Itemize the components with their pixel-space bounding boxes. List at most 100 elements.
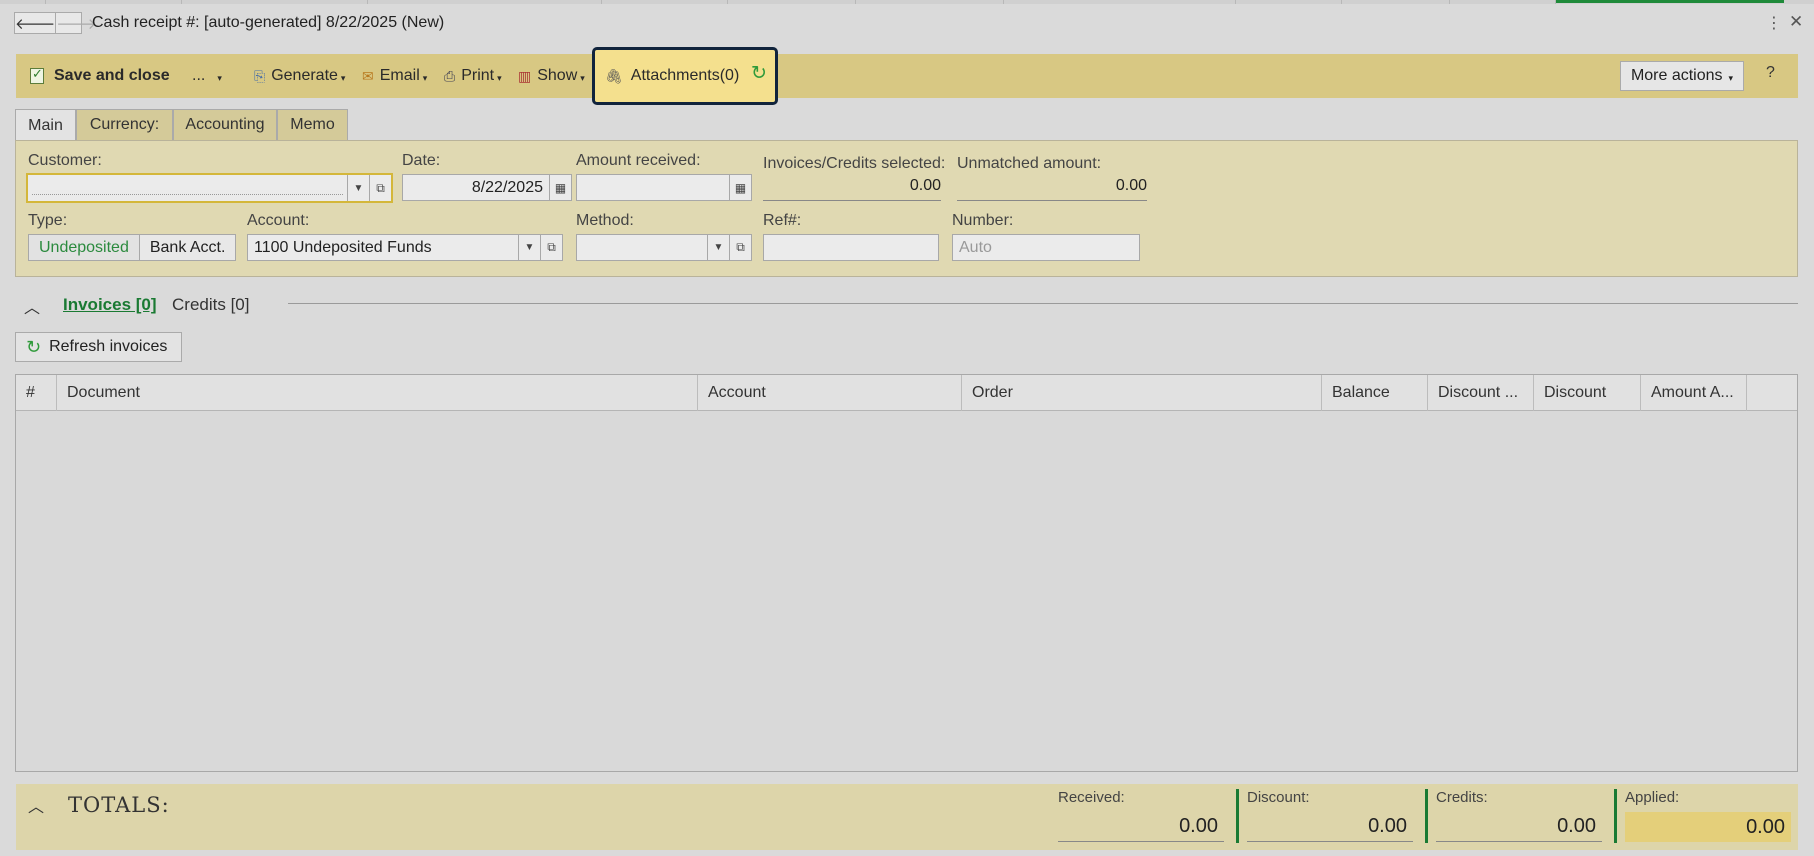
totals-separator bbox=[1236, 789, 1239, 843]
chevron-down-icon: ▾ bbox=[580, 72, 585, 83]
column-header-account[interactable]: Account bbox=[698, 375, 962, 411]
kebab-menu-icon[interactable]: ⋮ bbox=[1766, 13, 1782, 33]
print-button[interactable]: ⎙ Print ▾ bbox=[444, 54, 502, 98]
forward-arrow-icon[interactable]: 🡒 bbox=[56, 13, 96, 33]
save-icon bbox=[30, 66, 44, 84]
unmatched-amount-label: Unmatched amount: bbox=[957, 155, 1102, 172]
column-header-number[interactable]: # bbox=[16, 375, 57, 411]
active-strip-indicator bbox=[1556, 0, 1784, 3]
credits-tab[interactable]: Credits [0] bbox=[172, 295, 249, 315]
open-popup-icon[interactable]: ⧉ bbox=[540, 235, 562, 260]
column-header-balance[interactable]: Balance bbox=[1322, 375, 1428, 411]
discount-label: Discount: bbox=[1247, 789, 1310, 806]
tab-memo[interactable]: Memo bbox=[277, 109, 348, 140]
top-tab-strip bbox=[0, 0, 1814, 4]
amount-received-field[interactable]: ▦ bbox=[576, 174, 752, 201]
column-header-discount[interactable]: Discount bbox=[1534, 375, 1641, 411]
totals-separator bbox=[1614, 789, 1617, 843]
refresh-icon[interactable]: ↻ bbox=[751, 62, 767, 85]
nav-arrows: 🡐 🡒 bbox=[14, 12, 96, 34]
invoices-grid: # Document Account Order Balance Discoun… bbox=[15, 374, 1798, 772]
type-undeposited-button[interactable]: Undeposited bbox=[28, 234, 140, 261]
grid-header: # Document Account Order Balance Discoun… bbox=[16, 375, 1797, 411]
chevron-down-icon: ▾ bbox=[497, 72, 502, 83]
applied-value: 0.00 bbox=[1625, 812, 1791, 842]
tab-currency[interactable]: Currency: bbox=[76, 109, 173, 140]
credits-label: Credits: bbox=[1436, 789, 1488, 806]
close-icon[interactable]: ✕ bbox=[1789, 12, 1803, 32]
column-header-order[interactable]: Order bbox=[962, 375, 1322, 411]
collapse-chevron-up-icon[interactable]: ︿ bbox=[24, 294, 40, 318]
printer-icon: ⎙ bbox=[444, 67, 456, 84]
strip-segment bbox=[1236, 0, 1342, 4]
strip-segment bbox=[368, 0, 602, 4]
chevron-down-icon[interactable]: ▼ bbox=[707, 235, 729, 260]
strip-segment bbox=[1004, 0, 1236, 4]
account-input[interactable]: 1100 Undeposited Funds bbox=[248, 239, 518, 257]
ref-label: Ref#: bbox=[763, 212, 802, 229]
generate-icon: ⎘ bbox=[254, 67, 266, 84]
show-label: Show bbox=[537, 67, 578, 84]
email-label: Email bbox=[379, 67, 420, 84]
strip-segment bbox=[1342, 0, 1450, 4]
customer-label: Customer: bbox=[28, 152, 102, 169]
totals-separator bbox=[1425, 789, 1428, 843]
column-header-discount-available[interactable]: Discount ... bbox=[1428, 375, 1534, 411]
print-label: Print bbox=[461, 67, 495, 84]
attachments-button[interactable]: 🖇 Attachments(0) ↻ bbox=[592, 47, 778, 105]
customer-input[interactable] bbox=[32, 181, 343, 195]
totals-collapse-chevron-up-icon[interactable]: ︿ bbox=[28, 793, 44, 817]
open-popup-icon[interactable]: ⧉ bbox=[729, 235, 751, 260]
chevron-down-icon[interactable]: ▼ bbox=[518, 235, 540, 260]
column-header-amount-applied[interactable]: Amount A... bbox=[1641, 375, 1747, 411]
type-bank-acct-button[interactable]: Bank Acct. bbox=[139, 234, 237, 261]
number-field[interactable]: Auto bbox=[952, 234, 1140, 261]
main-form-panel: Customer: ▼ ⧉ Date: 8/22/2025 ▦ Amount r… bbox=[15, 140, 1798, 277]
more-actions-button[interactable]: More actions ▾ bbox=[1620, 61, 1744, 91]
help-button[interactable]: ? bbox=[1766, 64, 1775, 82]
customer-field[interactable]: ▼ ⧉ bbox=[26, 173, 393, 203]
strip-segment bbox=[1450, 0, 1556, 4]
strip-segment bbox=[0, 0, 46, 4]
open-popup-icon[interactable]: ⧉ bbox=[369, 175, 391, 201]
generate-label: Generate bbox=[271, 67, 338, 84]
amount-received-label: Amount received: bbox=[576, 152, 701, 169]
more-menu-button[interactable]: ... ▾ bbox=[192, 54, 222, 98]
refresh-invoices-button[interactable]: ↻ Refresh invoices bbox=[15, 332, 182, 362]
applied-label: Applied: bbox=[1625, 789, 1680, 806]
ref-field[interactable] bbox=[763, 234, 939, 261]
strip-segment bbox=[728, 0, 856, 4]
discount-value: 0.00 bbox=[1247, 812, 1413, 842]
chevron-down-icon: ▾ bbox=[1728, 72, 1734, 83]
chevron-down-icon: ▾ bbox=[217, 72, 222, 83]
number-input[interactable]: Auto bbox=[953, 239, 1139, 257]
report-icon: ▥ bbox=[518, 67, 532, 84]
paperclip-icon: 🖇 bbox=[605, 67, 623, 84]
ellipsis-label: ... bbox=[192, 67, 206, 84]
invoices-tab[interactable]: Invoices [0] bbox=[63, 295, 157, 315]
account-label: Account: bbox=[247, 212, 310, 229]
type-toggle: Undeposited Bank Acct. bbox=[28, 234, 237, 261]
calendar-icon[interactable]: ▦ bbox=[549, 175, 571, 200]
back-arrow-icon[interactable]: 🡐 bbox=[15, 13, 57, 33]
email-button[interactable]: ✉ Email ▾ bbox=[362, 54, 427, 98]
chevron-down-icon[interactable]: ▼ bbox=[347, 175, 369, 201]
strip-segment bbox=[856, 0, 1004, 4]
save-and-close-button[interactable]: Save and close bbox=[30, 54, 170, 98]
refresh-invoices-label: Refresh invoices bbox=[49, 338, 168, 355]
column-header-document[interactable]: Document bbox=[57, 375, 698, 411]
date-input[interactable]: 8/22/2025 bbox=[403, 179, 549, 197]
tab-accounting[interactable]: Accounting bbox=[173, 109, 277, 140]
method-field[interactable]: ▼ ⧉ bbox=[576, 234, 752, 261]
tab-main[interactable]: Main bbox=[15, 109, 76, 141]
account-field[interactable]: 1100 Undeposited Funds ▼ ⧉ bbox=[247, 234, 563, 261]
date-field[interactable]: 8/22/2025 ▦ bbox=[402, 174, 572, 201]
attachments-content: 🖇 Attachments(0) bbox=[605, 50, 739, 102]
generate-button[interactable]: ⎘ Generate ▾ bbox=[254, 54, 345, 98]
strip-segment bbox=[46, 0, 182, 4]
refresh-icon: ↻ bbox=[26, 336, 42, 357]
show-button[interactable]: ▥ Show ▾ bbox=[518, 54, 585, 98]
calculator-icon[interactable]: ▦ bbox=[729, 175, 751, 200]
totals-title: TOTALS: bbox=[68, 793, 170, 817]
invoices-credits-selected-value: 0.00 bbox=[763, 177, 941, 201]
